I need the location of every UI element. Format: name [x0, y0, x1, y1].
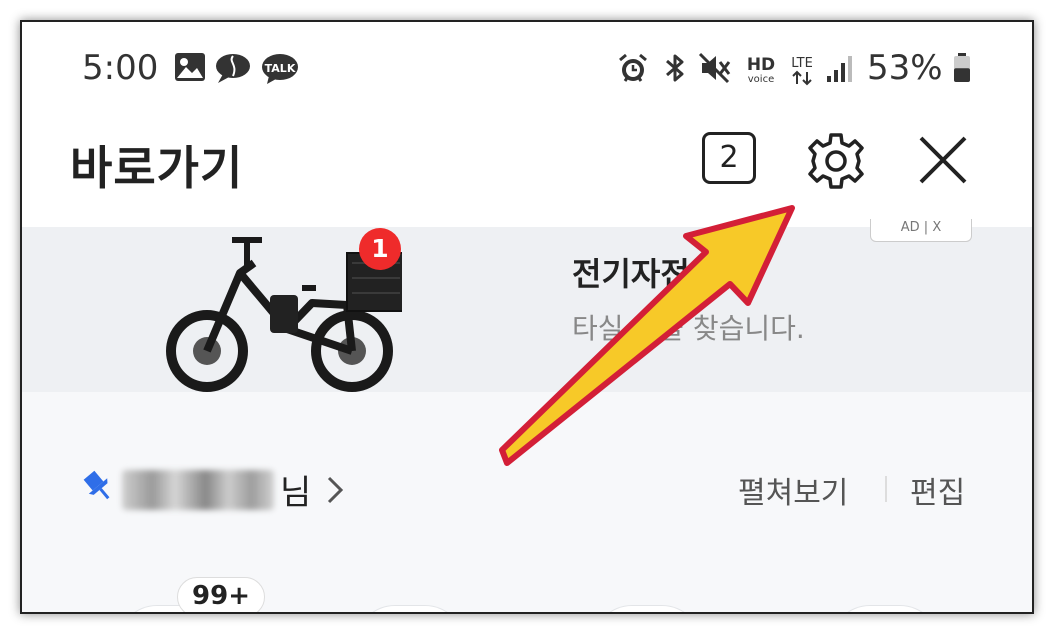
alarm-icon — [617, 52, 649, 88]
page-title: 바로가기 — [70, 141, 244, 195]
ad-tag[interactable]: AD | X — [870, 219, 972, 242]
shortcuts-content: 님 펼쳐보기 편집 99+ — [22, 392, 1032, 612]
username-blurred[interactable] — [122, 470, 274, 510]
notification-badge: 1 — [359, 228, 401, 270]
mute-icon — [698, 52, 732, 88]
close-icon[interactable] — [917, 134, 969, 190]
hd-label: HD — [747, 55, 775, 75]
app-shortcut-3[interactable] — [592, 605, 702, 612]
battery-percent: 53% — [867, 48, 943, 88]
ad-title[interactable]: 전기자전 — [572, 249, 690, 295]
voice-label: voice — [748, 74, 774, 85]
divider — [885, 476, 887, 502]
app-count-badge: 99+ — [177, 577, 265, 612]
bluetooth-icon — [662, 52, 688, 88]
app-shortcut-4[interactable] — [830, 605, 940, 612]
ad-subtitle[interactable]: 타실 분을 찾습니다. — [572, 307, 805, 347]
kakaotalk-icon: TALK — [260, 52, 300, 90]
pin-icon — [80, 468, 116, 508]
gear-icon[interactable] — [805, 130, 867, 196]
signal-icon — [825, 52, 853, 88]
speech-bubble-icon — [214, 52, 252, 88]
battery-icon — [952, 52, 972, 88]
hd-voice-icon: HD voice — [743, 52, 779, 90]
lte-icon: LTE — [786, 52, 818, 90]
expand-button[interactable]: 펼쳐보기 — [738, 468, 848, 512]
ad-banner[interactable]: AD | X 1 전기자전 타실 분을 찾습니다. — [22, 219, 1032, 392]
image-icon — [174, 52, 206, 86]
app-shortcut-2[interactable] — [355, 605, 465, 612]
status-bar: 5:00 TALK HD voice LTE 53% — [22, 22, 1032, 122]
username-suffix[interactable]: 님 — [280, 465, 311, 514]
kakaotalk-label: TALK — [265, 62, 296, 75]
lte-label: LTE — [791, 56, 813, 71]
tab-count-button[interactable]: 2 — [702, 132, 756, 184]
chevron-right-icon[interactable] — [325, 474, 345, 510]
shortcuts-header: 바로가기 2 — [22, 122, 1032, 227]
edit-button[interactable]: 편집 — [910, 468, 965, 512]
status-time: 5:00 — [82, 48, 159, 88]
screen: 5:00 TALK HD voice LTE 53% 바로가기 2 AD | X… — [20, 20, 1034, 614]
